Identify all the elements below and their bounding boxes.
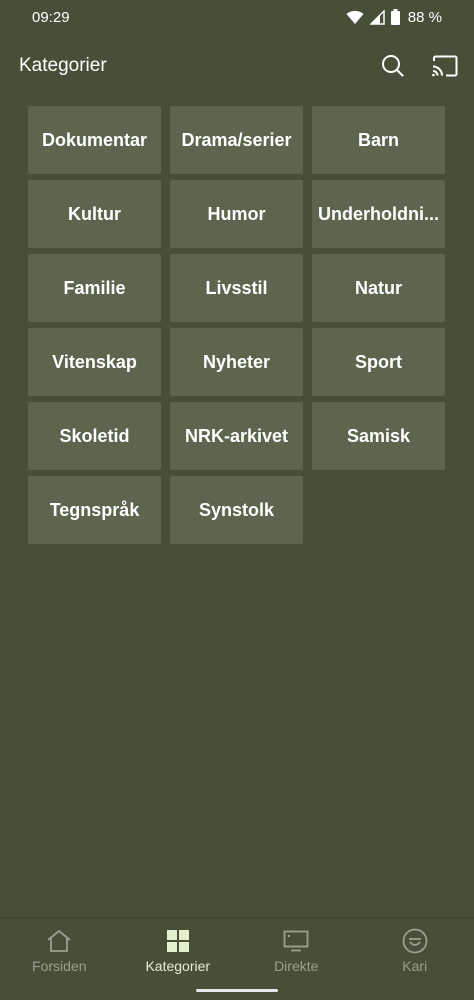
category-label: Familie (63, 277, 126, 298)
category-label: Skoletid (59, 425, 130, 446)
tv-icon (283, 930, 309, 952)
category-label: Dokumentar (41, 129, 148, 150)
search-icon (382, 55, 404, 77)
cast-icon (432, 55, 458, 77)
bottom-nav: Forsiden Kategorier Direkte Kari (0, 917, 474, 1000)
category-label: Livsstil (205, 277, 268, 298)
cast-button[interactable] (430, 51, 460, 81)
category-label: Sport (355, 351, 402, 372)
app-actions (378, 51, 460, 81)
profile-icon (402, 928, 428, 954)
grid-icon (166, 930, 189, 952)
home-indicator (196, 989, 278, 992)
home-icon (47, 930, 71, 952)
wifi-icon (346, 10, 364, 24)
category-label: Drama/serier (181, 129, 292, 150)
category-tile[interactable]: Vitenskap (28, 328, 161, 396)
signal-icon (369, 9, 385, 25)
search-button[interactable] (378, 51, 408, 81)
category-label: Samisk (346, 425, 411, 446)
status-bar: 09:29 88 % (0, 0, 474, 34)
nav-item-kategorier[interactable]: Kategorier (119, 918, 238, 1000)
category-label: Kultur (68, 203, 121, 224)
category-tile[interactable]: Familie (28, 254, 161, 322)
category-label: Tegnspråk (49, 499, 140, 520)
category-tile[interactable]: Barn (312, 106, 445, 174)
category-tile[interactable]: Synstolk (170, 476, 303, 544)
category-tile[interactable]: Tegnspråk (28, 476, 161, 544)
category-label: NRK-arkivet (184, 425, 289, 446)
nav-label-direkte: Direkte (274, 958, 319, 974)
category-tile[interactable]: Nyheter (170, 328, 303, 396)
status-time: 09:29 (32, 8, 70, 26)
nav-item-direkte[interactable]: Direkte (237, 918, 356, 1000)
category-label: Vitenskap (52, 351, 137, 372)
category-grid: Dokumentar Drama/serier Barn Kultur Humor Und… (28, 106, 445, 544)
battery-icon (390, 9, 400, 25)
category-tile[interactable]: Skoletid (28, 402, 161, 470)
page-title: Kategorier (19, 55, 107, 76)
category-label: Natur (354, 277, 402, 298)
category-tile[interactable]: Samisk (312, 402, 445, 470)
nav-item-kari[interactable]: Kari (356, 918, 474, 1000)
category-tile[interactable]: Kultur (28, 180, 161, 248)
app-bar: Kategorier (0, 44, 474, 88)
category-tile[interactable]: Dokumentar (28, 106, 161, 174)
nav-label-forsiden: Forsiden (32, 958, 87, 974)
category-tile[interactable]: Livsstil (170, 254, 303, 322)
nav-item-forsiden[interactable]: Forsiden (0, 918, 119, 1000)
nav-label-kategorier: Kategorier (145, 958, 211, 974)
category-label: Barn (357, 129, 399, 150)
category-tile[interactable]: Underholdni... (312, 180, 445, 248)
nav-label-kari: Kari (402, 958, 428, 974)
category-tile[interactable]: Sport (312, 328, 445, 396)
category-tile[interactable]: Drama/serier (170, 106, 303, 174)
battery-percent: 88 % (407, 8, 442, 26)
category-tile[interactable]: NRK-arkivet (170, 402, 303, 470)
status-icons: 88 % (346, 9, 442, 26)
category-label: Synstolk (198, 499, 275, 520)
category-label: Humor (207, 203, 266, 224)
category-tile[interactable]: Humor (170, 180, 303, 248)
category-label: Nyheter (202, 351, 271, 372)
category-label: Underholdni... (318, 203, 439, 224)
category-tile[interactable]: Natur (312, 254, 445, 322)
